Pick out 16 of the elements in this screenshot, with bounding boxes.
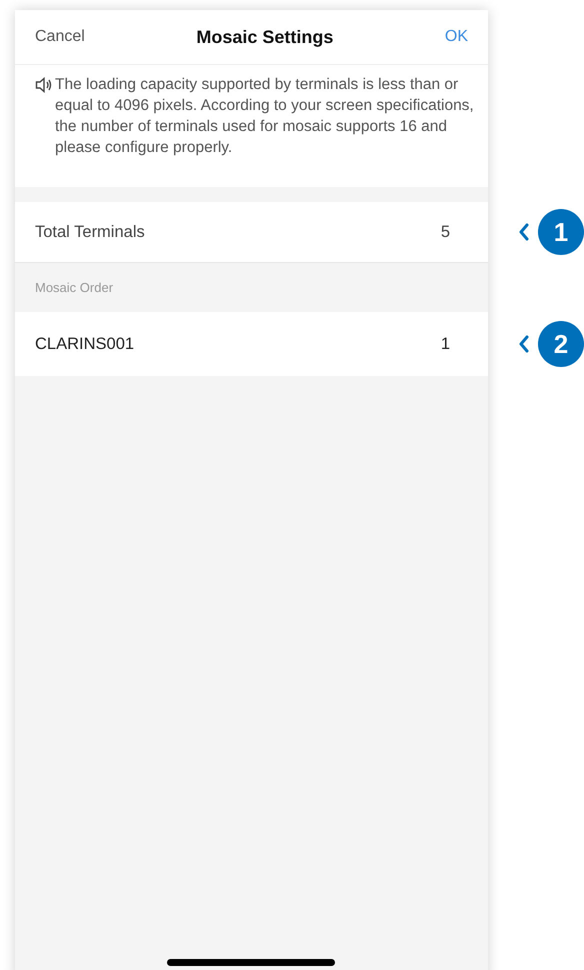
terminal-row[interactable]: CLARINS001 1 (15, 312, 488, 376)
row-label: Total Terminals (35, 222, 145, 243)
total-terminals-row[interactable]: Total Terminals 5 (15, 202, 488, 262)
callout-number: 2 (538, 321, 584, 367)
speaker-icon (35, 77, 52, 93)
cancel-button[interactable]: Cancel (35, 25, 85, 49)
terminal-name: CLARINS001 (35, 334, 134, 355)
row-value: 5 (440, 222, 450, 243)
callout-number: 1 (538, 209, 584, 255)
order-number: 1 (440, 334, 450, 355)
ok-button[interactable]: OK (444, 25, 468, 49)
section-header: Mosaic Order (35, 278, 114, 297)
screen-title: Mosaic Settings (196, 26, 334, 49)
chevron-left-icon (518, 223, 530, 241)
notice-text: The loading capacity supported by terminals is less than or equal to 4096 pixels. According to your screen specifications, the number of terminals used for mosaic supports 16 and please configure properly. (55, 75, 474, 158)
chevron-left-icon (518, 335, 530, 353)
